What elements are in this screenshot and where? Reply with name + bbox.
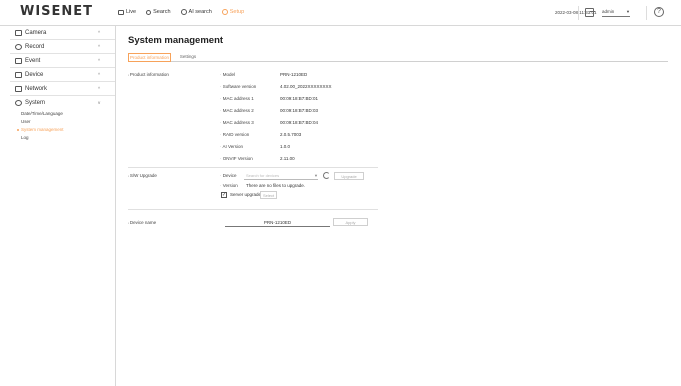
top-navigation: Live Search AI search Setup (118, 9, 244, 15)
sidebar-group-label: Network (25, 85, 48, 92)
live-icon (118, 9, 124, 15)
record-icon (15, 43, 22, 50)
section-divider (128, 209, 378, 210)
tab-settings[interactable]: Settings (174, 53, 202, 62)
sidebar-group-label: Record (25, 43, 45, 50)
onvif-version-value: 2.11.00 (280, 156, 295, 161)
server-upgrade-label: Server upgrade (230, 192, 262, 197)
sidebar-group-label: Device (25, 71, 44, 78)
model-value: PRN-1210ED (280, 72, 308, 77)
mac-address-2-label: MAC address 2 (220, 108, 254, 113)
tab-product-information[interactable]: Product information (128, 53, 171, 62)
event-icon (15, 57, 22, 64)
nav-setup[interactable]: Setup (221, 9, 245, 15)
search-icon (146, 9, 152, 15)
sidebar-group-record[interactable]: Record ^ (10, 40, 115, 54)
chevron-down-icon: ▼ (626, 9, 630, 14)
divider (578, 6, 579, 20)
nav-search[interactable]: Search (146, 9, 171, 15)
chevron-up-icon: ^ (98, 86, 101, 91)
sidebar-group-network[interactable]: Network ^ (10, 82, 115, 96)
refresh-icon[interactable] (323, 172, 330, 179)
software-version-label: Software version (220, 84, 257, 89)
device-name-label: Device name (128, 220, 156, 225)
user-name: admin (602, 9, 615, 14)
chevron-down-icon: ▼ (314, 173, 318, 178)
nav-ai-search[interactable]: AI search (180, 9, 212, 15)
chevron-up-icon: ^ (98, 72, 101, 77)
raid-version-value: 2.0.5.7003 (280, 132, 302, 137)
raid-version-label: RAID version (220, 132, 250, 137)
nav-live[interactable]: Live (118, 9, 136, 15)
apply-button[interactable]: Apply (333, 218, 368, 226)
device-label: Device (220, 173, 237, 178)
section-divider (128, 167, 378, 168)
sidebar-item-user[interactable]: User (10, 118, 115, 126)
logout-icon[interactable] (585, 8, 595, 17)
nav-ai-search-label: AI search (188, 9, 212, 15)
sidebar-group-system[interactable]: System v (10, 96, 115, 110)
chevron-up-icon: ^ (98, 30, 101, 35)
user-dropdown[interactable]: admin ▼ (602, 9, 630, 17)
nav-search-label: Search (153, 9, 171, 15)
wisenet-logo: WISENET (20, 4, 94, 19)
system-icon (15, 100, 22, 106)
camera-icon (15, 29, 22, 36)
ai-version-value: 1.0.0 (280, 144, 291, 149)
chevron-up-icon: ^ (98, 44, 101, 49)
page-title: System management (128, 35, 224, 46)
mac-address-1-label: MAC address 1 (220, 96, 254, 101)
mac-address-2-value: 00:09:18:B7:BD:03 (280, 108, 319, 113)
tab-bar: Product information Settings (128, 53, 668, 62)
version-status-text: There are no files to upgrade. (246, 183, 306, 188)
sidebar: Camera ^ Record ^ Event ^ Device ^ Netwo… (10, 26, 116, 386)
sidebar-group-camera[interactable]: Camera ^ (10, 26, 115, 40)
ai-version-label: AI Version (220, 144, 244, 149)
onvif-version-label: ONVIF Version (220, 156, 253, 161)
sidebar-group-label: Camera (25, 29, 47, 36)
mac-address-3-label: MAC address 3 (220, 120, 254, 125)
device-icon (15, 71, 22, 78)
network-icon (15, 85, 22, 92)
nav-setup-label: Setup (229, 9, 245, 15)
sw-upgrade-label: S/W Upgrade (128, 173, 157, 178)
chevron-up-icon: ^ (98, 58, 101, 63)
nav-live-label: Live (126, 9, 137, 15)
sidebar-item-system-management[interactable]: System management (10, 126, 115, 134)
server-upgrade-checkbox[interactable]: ✓ (221, 192, 227, 198)
version-label: Version (220, 183, 238, 188)
sidebar-group-event[interactable]: Event ^ (10, 54, 115, 68)
gear-icon (221, 9, 228, 15)
mac-address-3-value: 00:09:18:B7:BD:04 (280, 120, 319, 125)
sidebar-item-log[interactable]: Log (10, 134, 115, 142)
help-icon[interactable]: ? (654, 7, 664, 17)
device-name-input[interactable]: PRN-1210ED (225, 219, 330, 227)
main-content: System management Product information Se… (128, 26, 681, 386)
software-version-value: 4.02.00_2022XXXXXXXX (280, 84, 332, 89)
sidebar-item-date-time-language[interactable]: Date/Time/Language (10, 110, 115, 118)
upgrade-button[interactable]: Upgrade (334, 172, 364, 180)
device-select-placeholder: Search for devices (246, 173, 280, 178)
ai-search-icon (180, 9, 187, 15)
sidebar-group-device[interactable]: Device ^ (10, 68, 115, 82)
chevron-down-icon: v (98, 100, 101, 105)
model-label: Model (220, 72, 235, 77)
mac-address-1-value: 00:09:18:B7:BD:01 (280, 96, 319, 101)
top-bar: WISENET Live Search AI search Setup 2022… (0, 0, 681, 26)
product-information-label: Product information (128, 72, 169, 77)
device-select[interactable]: Search for devices ▼ (244, 173, 318, 180)
select-button[interactable]: Select (260, 191, 277, 199)
sidebar-group-label: System (25, 100, 46, 106)
divider (646, 6, 647, 20)
sidebar-group-label: Event (25, 57, 41, 64)
